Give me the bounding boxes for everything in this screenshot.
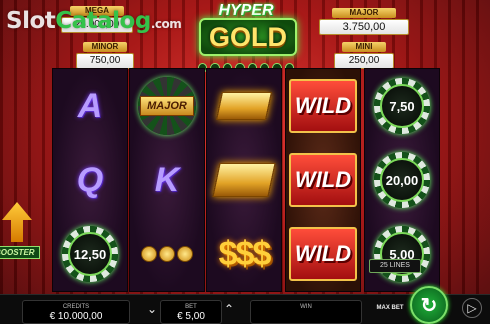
reel-cell: 20,00: [365, 143, 439, 217]
letter-q-symbol: Q: [76, 160, 104, 199]
jackpot-major-value: 3.750,00: [319, 19, 409, 35]
credits-display: CREDITS € 10.000,00: [22, 300, 130, 324]
reel-cell: $$$: [207, 217, 281, 291]
major-chip-label: MAJOR: [140, 96, 194, 116]
reel-cell: 7,50: [365, 69, 439, 143]
chip-value: 7,50: [380, 84, 424, 128]
jackpot-minor: MINOR 750,00: [75, 42, 135, 69]
bet-increase-button[interactable]: ⌃: [222, 302, 236, 316]
watermark: SlotCatalog.com: [6, 8, 182, 34]
credits-label: CREDITS: [62, 304, 90, 310]
chip-symbol: 12,50: [62, 226, 118, 282]
reel-cell: MAJOR: [130, 69, 204, 143]
chip-symbol: 5,00: [374, 226, 430, 282]
spin-icon: ↻: [420, 294, 438, 317]
credits-value: € 10.000,00: [49, 311, 103, 322]
reel-1: A Q 12,50: [52, 68, 128, 292]
chip-symbol: 20,00: [374, 152, 430, 208]
jackpot-mini-label: MINI: [342, 42, 386, 52]
booster-label: BOOSTER: [0, 246, 40, 259]
reel-cell: 5,00: [365, 217, 439, 291]
major-chip-symbol: MAJOR: [138, 77, 196, 135]
logo-gold-text: GOLD: [199, 18, 297, 56]
reel-cell: WILD: [286, 69, 360, 143]
reel-cell: [207, 69, 281, 143]
win-display: WIN: [250, 300, 362, 324]
reel-4: WILD WILD WILD: [285, 68, 361, 292]
wild-symbol: WILD: [289, 153, 357, 207]
chip-value: 12,50: [68, 232, 112, 276]
reel-cell: WILD: [286, 217, 360, 291]
bet-display: BET € 5,00: [160, 300, 222, 324]
bet-value: € 5,00: [177, 311, 205, 322]
reel-cell: K: [130, 143, 204, 217]
jackpot-mini: MINI 250,00: [333, 42, 395, 69]
reel-cell: [207, 143, 281, 217]
win-label: WIN: [300, 304, 312, 310]
jackpot-minor-value: 750,00: [76, 53, 134, 69]
reel-cell: [130, 217, 204, 291]
autoplay-button[interactable]: ▷: [462, 298, 482, 318]
arrow-up-icon: [2, 202, 32, 242]
max-bet-button[interactable]: MAX BET: [376, 298, 404, 318]
dollar-symbol: $$$: [218, 234, 272, 273]
jackpot-minor-label: MINOR: [83, 42, 127, 52]
wild-symbol: WILD: [289, 227, 357, 281]
letter-k-symbol: K: [154, 160, 180, 199]
chip-symbol: 7,50: [374, 78, 430, 134]
coins-symbol: [141, 246, 193, 262]
gold-bar-symbol: [216, 92, 272, 120]
gold-bars-symbol: [212, 163, 276, 197]
reel-2: MAJOR K: [129, 68, 205, 292]
chip-value: 20,00: [380, 158, 424, 202]
reel-cell: Q: [53, 143, 127, 217]
bet-label: BET: [185, 304, 197, 310]
spin-button[interactable]: ↻: [410, 286, 448, 324]
jackpot-major: MAJOR 3.750,00: [318, 8, 410, 35]
reel-cell: 12,50: [53, 217, 127, 291]
reel-3: $$$: [206, 68, 282, 292]
jackpot-mini-value: 250,00: [334, 53, 394, 69]
letter-a-symbol: A: [77, 86, 103, 125]
jackpot-major-label: MAJOR: [332, 8, 396, 18]
paylines-label: 25 LINES: [369, 259, 421, 273]
reel-cell: A: [53, 69, 127, 143]
bet-decrease-button[interactable]: ⌄: [145, 302, 159, 316]
wild-symbol: WILD: [289, 79, 357, 133]
booster-button[interactable]: BOOSTER: [0, 200, 40, 259]
reel-cell: WILD: [286, 143, 360, 217]
